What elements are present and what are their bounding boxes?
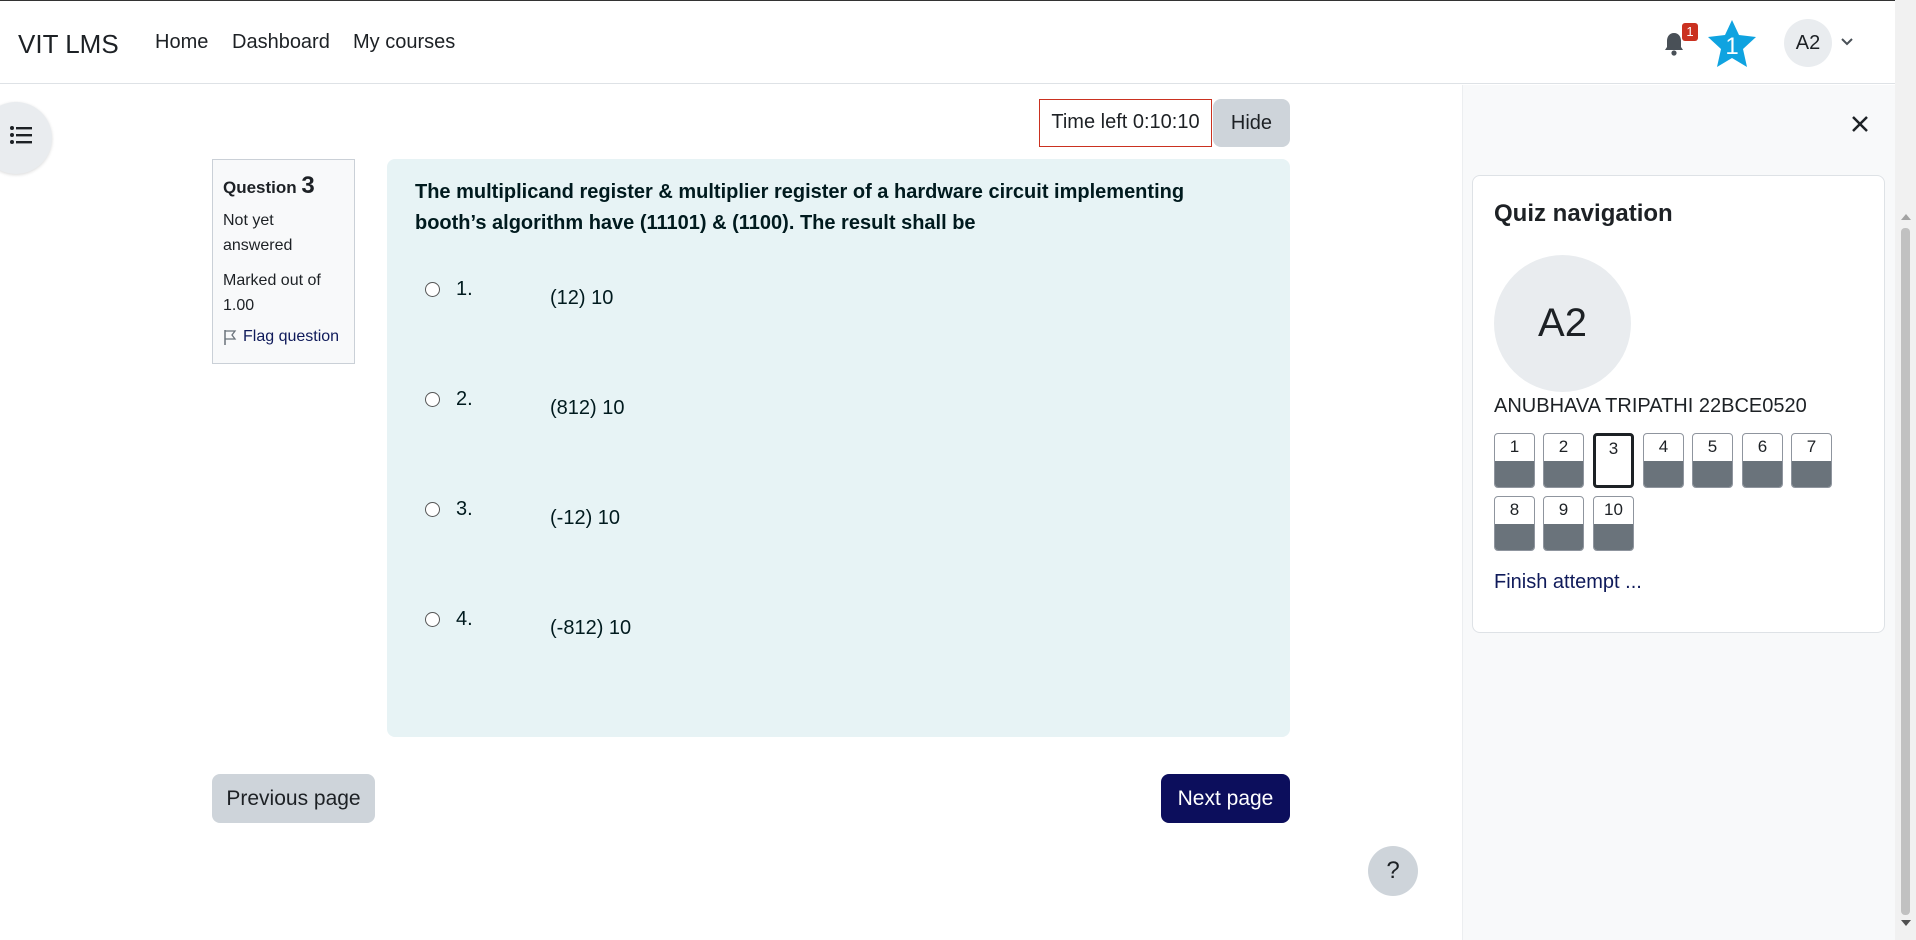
quiz-nav-question-8[interactable]: 8 <box>1494 496 1535 551</box>
question-info-panel: Question 3 Not yet answered Marked out o… <box>212 159 355 364</box>
question-number-value: 3 <box>301 172 315 199</box>
close-icon[interactable] <box>1850 114 1870 134</box>
question-button-label: 1 <box>1509 437 1520 456</box>
quiz-timer: Time left 0:10:10 <box>1039 99 1212 147</box>
scroll-up-arrow-icon[interactable] <box>1901 214 1911 220</box>
quiz-navigation-title: Quiz navigation <box>1494 200 1673 227</box>
answer-radio[interactable] <box>425 612 440 627</box>
question-button-label: 3 <box>1608 439 1619 458</box>
answer-radio[interactable] <box>425 392 440 407</box>
question-button-label: 8 <box>1509 500 1520 519</box>
scroll-down-arrow-icon[interactable] <box>1901 920 1911 926</box>
flag-question-label: Flag question <box>243 328 340 345</box>
user-avatar[interactable]: A2 <box>1784 19 1832 67</box>
top-navbar: VIT LMS Home Dashboard My courses 1 1 A2 <box>0 0 1895 84</box>
quiz-nav-question-4[interactable]: 4 <box>1643 433 1684 488</box>
course-index-toggle[interactable] <box>0 102 52 174</box>
answer-radio[interactable] <box>425 502 440 517</box>
quiz-nav-question-3[interactable]: 3 <box>1593 433 1634 488</box>
quiz-nav-question-2[interactable]: 2 <box>1543 433 1584 488</box>
notification-count-badge: 1 <box>1682 23 1698 41</box>
question-word: Question <box>223 178 297 197</box>
answer-number: 3. <box>456 498 473 520</box>
nav-my-courses-link[interactable]: My courses <box>353 31 455 54</box>
answer-number: 1. <box>456 278 473 300</box>
question-button-label: 7 <box>1806 437 1817 456</box>
list-icon <box>10 126 32 144</box>
answer-radio[interactable] <box>425 282 440 297</box>
site-brand[interactable]: VIT LMS <box>18 29 119 60</box>
question-status: Not yet answered <box>223 212 293 254</box>
question-marks: Marked out of 1.00 <box>223 272 321 314</box>
question-content: The multiplicand register & multiplier r… <box>387 159 1290 737</box>
answer-number: 4. <box>456 608 473 630</box>
quiz-nav-question-9[interactable]: 9 <box>1543 496 1584 551</box>
quiz-nav-question-6[interactable]: 6 <box>1742 433 1783 488</box>
question-button-label: 10 <box>1604 500 1623 519</box>
answer-text[interactable]: (-812) 10 <box>550 617 631 640</box>
question-button-label: 4 <box>1658 437 1669 456</box>
student-name: ANUBHAVA TRIPATHI 22BCE0520 <box>1494 395 1807 417</box>
previous-page-button[interactable]: Previous page <box>212 774 375 823</box>
nav-dashboard-link[interactable]: Dashboard <box>232 31 330 54</box>
flag-question-link[interactable]: Flag question <box>223 328 344 346</box>
question-button-label: 5 <box>1707 437 1718 456</box>
answer-text[interactable]: (812) 10 <box>550 397 625 420</box>
help-button[interactable]: ? <box>1368 846 1418 896</box>
level-number: 1 <box>1725 33 1739 60</box>
nav-home-link[interactable]: Home <box>155 31 208 54</box>
student-avatar: A2 <box>1494 255 1631 392</box>
hide-timer-button[interactable]: Hide <box>1213 99 1290 147</box>
answer-text[interactable]: (-12) 10 <box>550 507 620 530</box>
question-number: Question 3 <box>223 172 344 200</box>
question-button-label: 6 <box>1757 437 1768 456</box>
question-text: The multiplicand register & multiplier r… <box>415 181 1185 234</box>
question-button-label: 2 <box>1558 437 1569 456</box>
finish-attempt-link[interactable]: Finish attempt ... <box>1494 571 1642 594</box>
quiz-nav-question-7[interactable]: 7 <box>1791 433 1832 488</box>
question-button-label: 9 <box>1558 500 1569 519</box>
next-page-button[interactable]: Next page <box>1161 774 1290 823</box>
quiz-nav-question-1[interactable]: 1 <box>1494 433 1535 488</box>
quiz-navigation-card: Quiz navigation A2 ANUBHAVA TRIPATHI 22B… <box>1472 175 1885 633</box>
flag-icon <box>224 330 237 345</box>
answer-text[interactable]: (12) 10 <box>550 287 613 310</box>
quiz-nav-question-10[interactable]: 10 <box>1593 496 1634 551</box>
scrollbar-thumb[interactable] <box>1901 228 1910 915</box>
answer-number: 2. <box>456 388 473 410</box>
quiz-nav-question-5[interactable]: 5 <box>1692 433 1733 488</box>
chevron-down-icon[interactable] <box>1840 34 1854 48</box>
